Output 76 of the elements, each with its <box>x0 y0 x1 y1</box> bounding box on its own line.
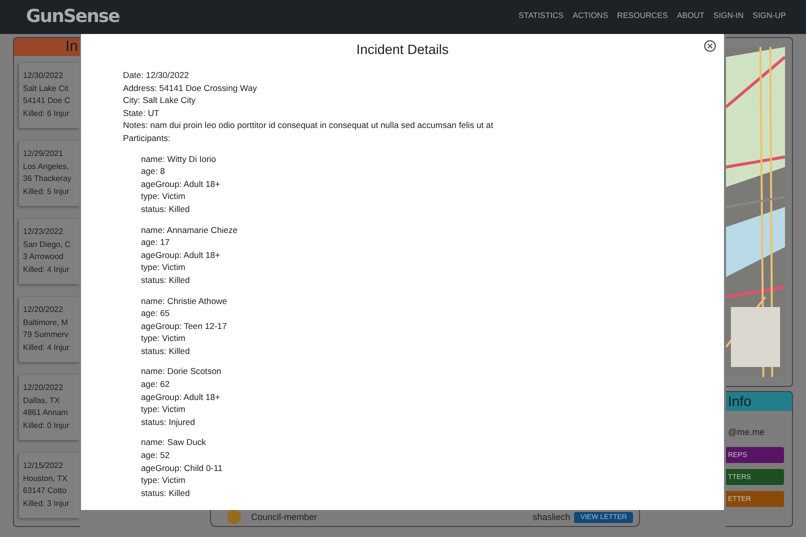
participant-text: status: Killed <box>141 344 190 358</box>
panel-header: Info <box>726 392 792 411</box>
rep-role: Council-member <box>251 512 318 522</box>
detail-text: Date: 12/30/2022 <box>123 69 189 82</box>
incident-text: 12/20/2022 <box>23 304 64 316</box>
incident-text: 12/29/2021 <box>23 148 64 160</box>
detail-text: Participants: <box>123 132 170 145</box>
email-text: @me.me <box>727 427 765 437</box>
logo[interactable]: GunSense <box>26 6 120 27</box>
participant-text: age: 52 <box>141 449 170 462</box>
participant-text: age: 17 <box>141 236 170 249</box>
participant-text: type: Victim <box>141 261 186 274</box>
participant-text: age: 65 <box>141 307 170 320</box>
incident-text: Dallas, TX <box>23 394 60 406</box>
participant-text: type: Victim <box>141 474 186 487</box>
incident-card[interactable]: 12/20/2022 Dallas, TX 4861 Annam Killed: 0 Injur <box>19 375 80 440</box>
participant-text: name: Witty Di Iorio <box>141 152 216 166</box>
nav-link[interactable]: ABOUT <box>676 11 704 20</box>
detail-text: City: Salt Lake City <box>123 94 196 107</box>
participant-text: ageGroup: Adult 18+ <box>141 390 220 404</box>
participant-text: name: Christie Athowe <box>141 294 227 308</box>
incident-text: Salt Lake Cit <box>23 82 68 94</box>
participant-text: name: Annamarie Chieze <box>141 224 238 236</box>
participant-text: status: Killed <box>141 486 190 500</box>
nav-link[interactable]: SIGN-IN <box>713 11 744 20</box>
rep-email: shasliech <box>532 512 570 522</box>
incident-card[interactable]: 12/20/2022 Baltimore, M 79 Summerv Killed: 4 Injur <box>19 297 80 362</box>
detail-text: State: UT <box>123 106 160 120</box>
participant-text: type: Victim <box>141 190 186 203</box>
incident-text: Los Angeles, <box>23 160 69 173</box>
detail-text: Notes: nam dui proin leo odio porttitor id consequat in consequat ut nulla sed accumsan felis ut at <box>123 119 494 132</box>
detail-text: Address: 54141 Doe Crossing Way <box>123 82 257 94</box>
participant-text: ageGroup: Teen 12-17 <box>141 320 227 332</box>
participant-text: type: Victim <box>141 403 186 416</box>
participant-text: name: Dorie Scotson <box>141 365 222 378</box>
incident-text: Killed: 6 Injur <box>23 108 70 120</box>
nav-link[interactable]: RESOURCES <box>617 11 668 20</box>
incident-text: 54141 Doe C <box>23 95 70 107</box>
incident-text: 12/15/2022 <box>23 460 64 472</box>
incident-text: Killed: 0 Injur <box>23 420 70 432</box>
incident-text: San Diego, C <box>23 238 71 251</box>
panel-header: In <box>14 38 80 56</box>
incident-text: 12/20/2022 <box>23 382 64 394</box>
incident-text: 4861 Annam <box>23 407 68 419</box>
incident-text: Baltimore, M <box>23 316 68 328</box>
incident-card[interactable]: 12/30/2022 Salt Lake Cit 54141 Doe C Killed: 6 Injur <box>19 63 80 128</box>
modal-title: Incident Details <box>355 42 450 57</box>
participant-text: ageGroup: Adult 18+ <box>141 178 220 190</box>
incident-card[interactable]: 12/23/2022 San Diego, C 3 Arrowood Killed: 4 Injur <box>19 219 80 284</box>
nav-link[interactable]: ACTIONS <box>572 11 608 20</box>
avatar-icon <box>227 510 241 524</box>
incident-card[interactable]: 12/29/2021 Los Angeles, 36 Thackeray Killed: 5 Injur <box>19 141 80 206</box>
participant-text: type: Victim <box>141 332 186 345</box>
incident-text: 3 Arrowood <box>23 251 64 263</box>
participant-text: name: Saw Duck <box>141 436 206 450</box>
incident-text: 12/23/2022 <box>23 226 64 238</box>
incident-text: 79 Summerv <box>23 329 68 341</box>
participant-text: status: Killed <box>141 274 190 286</box>
incident-card[interactable]: 12/15/2022 Houston, TX 63147 Cotto Killed: 3 Injur <box>19 453 80 518</box>
incident-text: 36 Thackeray <box>23 173 72 185</box>
participant-text: status: Injured <box>141 416 195 428</box>
incident-text: Killed: 4 Injur <box>23 342 70 354</box>
incident-text: Killed: 3 Injur <box>23 498 70 510</box>
incident-text: 12/30/2022 <box>23 70 64 82</box>
incident-text: Houston, TX <box>23 472 68 484</box>
nav-link[interactable]: STATISTICS <box>518 11 564 20</box>
participant-text: ageGroup: Child 0-11 <box>141 462 223 474</box>
incident-text: 63147 Cotto <box>23 485 67 497</box>
participant-text: ageGroup: Adult 18+ <box>141 248 220 262</box>
nav-link[interactable]: SIGN-UP <box>752 11 786 20</box>
participant-text: status: Killed <box>141 202 190 216</box>
incident-text: Killed: 5 Injur <box>23 186 70 198</box>
close-icon[interactable] <box>704 40 716 52</box>
participant-text: age: 62 <box>141 378 170 391</box>
participant-text: age: 8 <box>141 165 165 178</box>
incident-text: Killed: 4 Injur <box>23 264 70 276</box>
